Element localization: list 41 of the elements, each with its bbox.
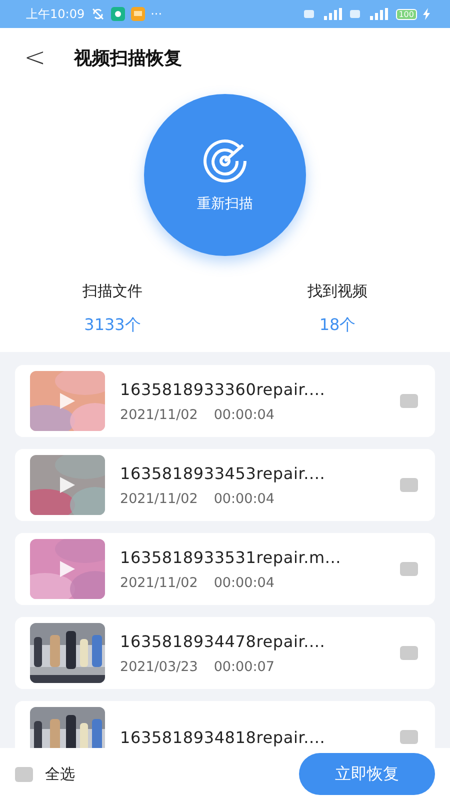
video-card[interactable]: 1635818933531repair.m... 2021/11/02 00:00:04 [15,533,435,605]
status-time: 上午10:09 [26,6,85,22]
file-name: 1635818934818repair.... [120,728,326,746]
signal-icon [304,8,344,20]
stat-label: 扫描文件 [82,282,142,301]
file-name: 1635818933531repair.m... [120,548,342,566]
file-duration: 00:00:07 [214,658,274,674]
file-date: 2021/11/02 [120,574,198,590]
file-duration: 00:00:04 [214,490,274,506]
radar-icon [201,137,249,185]
app-notification-icon [110,7,125,21]
video-card[interactable]: 1635818933360repair.... 2021/11/02 00:00:04 [15,365,435,437]
file-duration: 00:00:04 [214,574,274,590]
signal-icon [350,8,390,20]
checkbox[interactable] [400,646,418,660]
stat-value: 18个 [319,315,356,336]
file-date: 2021/03/23 [120,658,198,674]
video-card[interactable]: 1635818934818repair.... [15,701,435,748]
file-duration: 00:00:04 [214,406,274,422]
file-date: 2021/11/02 [120,490,198,506]
more-notifications: ··· [150,7,162,21]
stat-value: 3133个 [84,315,141,336]
select-all-label: 全选 [45,764,76,784]
battery-level: 100 [396,8,417,20]
video-card[interactable]: 1635818933453repair.... 2021/11/02 00:00:04 [15,449,435,521]
file-name: 1635818933453repair.... [120,464,326,482]
checkbox[interactable] [400,730,418,744]
app-notification-icon [130,7,145,21]
charging-icon [423,8,430,20]
page-title: 视频扫描恢复 [74,47,182,70]
checkbox[interactable] [400,478,418,492]
file-date: 2021/11/02 [120,406,198,422]
file-name: 1635818933360repair.... [120,380,326,398]
checkbox[interactable] [400,394,418,408]
video-card[interactable]: 1635818934478repair.... 2021/03/23 00:00:07 [15,617,435,689]
select-all-checkbox[interactable] [15,766,33,782]
stat-label: 找到视频 [308,282,368,301]
back-button[interactable]: < [20,43,50,73]
checkbox[interactable] [400,562,418,576]
file-name: 1635818934478repair.... [120,632,326,650]
sync-off-icon [90,7,105,21]
